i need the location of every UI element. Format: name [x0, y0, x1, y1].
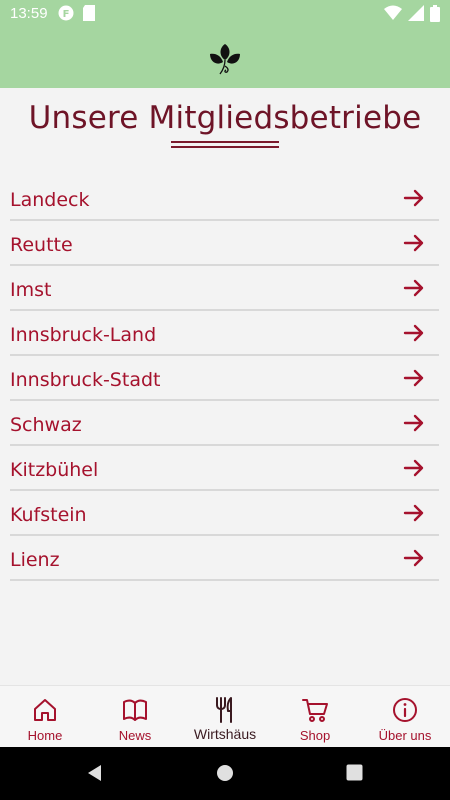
- status-time: 13:59: [10, 5, 48, 22]
- nav-wirtshaeus[interactable]: Wirtshäus: [180, 686, 270, 747]
- list-item-label: Kufstein: [10, 503, 87, 526]
- list-item-label: Kitzbühel: [10, 458, 99, 481]
- list-item-label: Lienz: [10, 548, 60, 571]
- fork-knife-icon: [211, 696, 239, 724]
- list-item-innsbruck-stadt[interactable]: Innsbruck-Stadt: [10, 356, 439, 401]
- list-item-label: Innsbruck-Land: [10, 323, 157, 346]
- nav-news[interactable]: News: [90, 686, 180, 747]
- list-item-schwaz[interactable]: Schwaz: [10, 401, 439, 446]
- bottom-navigation: Home News Wirtshäus Shop Über uns: [0, 685, 450, 747]
- list-item-label: Reutte: [10, 233, 73, 256]
- nav-ueber-uns[interactable]: Über uns: [360, 686, 450, 747]
- arrow-right-icon: [403, 458, 425, 478]
- f-notification-icon: F: [58, 5, 74, 26]
- nav-ueber-uns-label: Über uns: [378, 728, 432, 743]
- wifi-icon: [384, 5, 402, 27]
- arrow-right-icon: [403, 413, 425, 433]
- nav-shop-label: Shop: [299, 728, 331, 743]
- cart-icon: [301, 696, 329, 724]
- list-item-landeck[interactable]: Landeck: [10, 176, 439, 221]
- list-item-kufstein[interactable]: Kufstein: [10, 491, 439, 536]
- list-item-label: Imst: [10, 278, 52, 301]
- page-title: Unsere Mitgliedsbetriebe: [28, 100, 422, 136]
- arrow-right-icon: [403, 278, 425, 298]
- list-item-imst[interactable]: Imst: [10, 266, 439, 311]
- nav-home[interactable]: Home: [0, 686, 90, 747]
- page-title-wrap: Unsere Mitgliedsbetriebe: [0, 100, 450, 136]
- info-icon: [391, 696, 419, 724]
- system-navigation-bar: [0, 747, 450, 800]
- arrow-right-icon: [403, 323, 425, 343]
- list-item-label: Landeck: [10, 188, 90, 211]
- signal-icon: [408, 5, 424, 27]
- list-item-kitzbuehel[interactable]: Kitzbühel: [10, 446, 439, 491]
- title-underline-decoration: [171, 141, 279, 148]
- list-item-reutte[interactable]: Reutte: [10, 221, 439, 266]
- battery-icon: [430, 5, 440, 27]
- nav-shop[interactable]: Shop: [270, 686, 360, 747]
- back-icon[interactable]: [86, 764, 104, 787]
- app-bar: [0, 28, 450, 88]
- arrow-right-icon: [403, 233, 425, 253]
- recents-icon[interactable]: [346, 764, 363, 786]
- leaf-logo-icon[interactable]: [205, 42, 245, 76]
- home-circle-icon[interactable]: [216, 764, 234, 787]
- nav-home-label: Home: [27, 728, 63, 743]
- arrow-right-icon: [403, 188, 425, 208]
- arrow-right-icon: [403, 503, 425, 523]
- region-list: Landeck Reutte Imst Innsbruck-Land Innsb…: [10, 176, 439, 581]
- sd-card-icon: [82, 5, 96, 26]
- home-icon: [31, 696, 59, 724]
- list-item-label: Innsbruck-Stadt: [10, 368, 161, 391]
- svg-text:F: F: [63, 9, 70, 20]
- nav-wirtshaeus-label: Wirtshäus: [193, 726, 257, 742]
- arrow-right-icon: [403, 548, 425, 568]
- list-item-innsbruck-land[interactable]: Innsbruck-Land: [10, 311, 439, 356]
- arrow-right-icon: [403, 368, 425, 388]
- list-item-label: Schwaz: [10, 413, 82, 436]
- book-icon: [121, 696, 149, 724]
- status-bar: 13:59 F: [0, 0, 450, 28]
- nav-news-label: News: [118, 728, 152, 743]
- list-item-lienz[interactable]: Lienz: [10, 536, 439, 581]
